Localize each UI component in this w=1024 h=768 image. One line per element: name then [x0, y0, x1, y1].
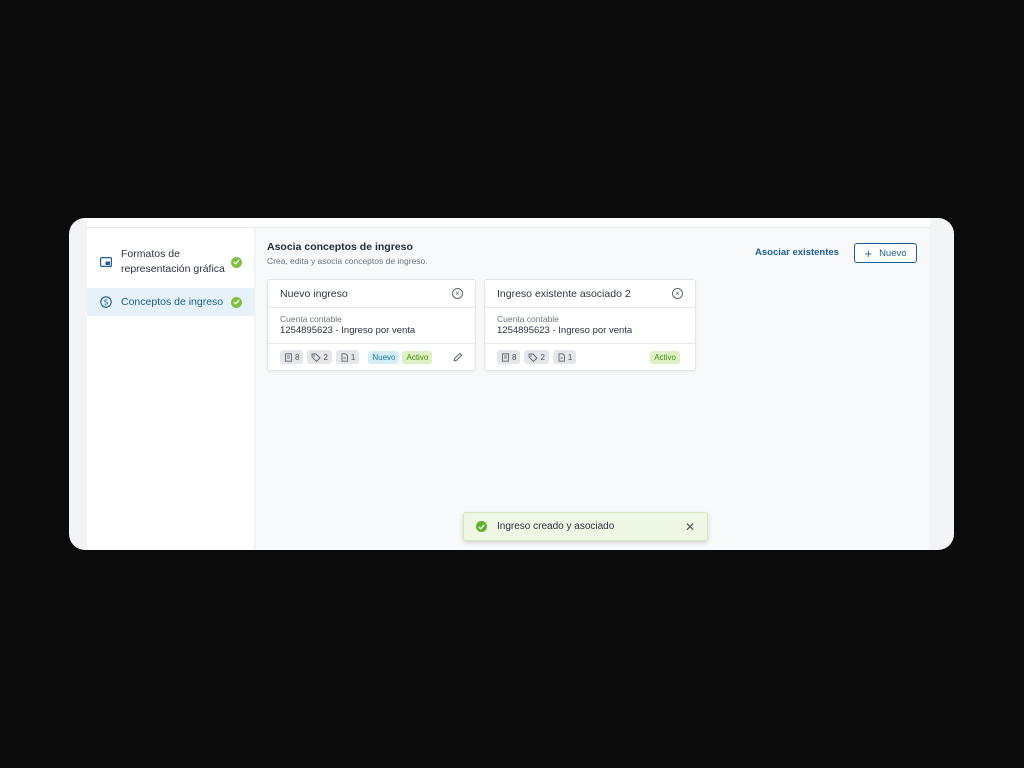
svg-text:$: $ — [104, 298, 109, 307]
page-subtitle: Crea, edita y asocia conceptos de ingres… — [267, 256, 428, 266]
tag-icon — [312, 353, 322, 362]
receipt-icon — [502, 352, 509, 362]
remove-circle-icon[interactable]: × — [672, 288, 683, 299]
tags-count-chip: 2 — [524, 350, 549, 364]
associate-existing-button[interactable]: Asociar existentes — [755, 247, 839, 258]
new-badge: Nuevo — [368, 350, 400, 364]
new-button-label: Nuevo — [879, 247, 907, 259]
account-label: Cuenta contable — [280, 314, 342, 324]
income-card: Ingreso existente asociado 2 × Cuenta co… — [484, 279, 696, 371]
income-card: Nuevo ingreso × Cuenta contable 12548956… — [267, 279, 476, 371]
account-value: 1254895623 - Ingreso por venta — [497, 325, 633, 336]
receipts-count-chip: 8 — [497, 350, 521, 364]
card-title: Ingreso existente asociado 2 — [497, 287, 631, 300]
check-circle-icon — [231, 256, 242, 268]
receipts-count-chip: 8 — [280, 350, 304, 364]
status-badge: Activo — [402, 350, 433, 364]
page-title: Asocia conceptos de ingreso — [267, 241, 413, 253]
success-toast: Ingreso creado y asociado ✕ — [463, 512, 708, 541]
documents-count-chip: 1 — [552, 350, 577, 364]
account-value: 1254895623 - Ingreso por venta — [280, 325, 416, 336]
check-circle-icon — [231, 296, 242, 308]
sidebar-item-conceptos[interactable]: $ Conceptos de ingreso — [87, 288, 254, 316]
app-window: Formatos de representación gráfica $ Con… — [69, 218, 954, 550]
picture-in-picture-icon — [99, 255, 113, 269]
main-content: Asocia conceptos de ingreso Crea, edita … — [256, 228, 930, 550]
toast-message: Ingreso creado y asociado — [497, 521, 615, 532]
sidebar-item-label: Formatos de representación gráfica — [121, 248, 225, 275]
dollar-circle-icon: $ — [99, 295, 113, 309]
receipt-icon — [285, 352, 292, 362]
documents-count-chip: 1 — [335, 350, 360, 364]
sidebar-item-label: Conceptos de ingreso — [121, 295, 224, 308]
sidebar: Formatos de representación gráfica $ Con… — [87, 228, 255, 550]
document-icon — [558, 352, 565, 362]
tags-count-chip: 2 — [307, 350, 332, 364]
sidebar-item-formatos[interactable]: Formatos de representación gráfica — [87, 236, 254, 288]
account-label: Cuenta contable — [497, 314, 559, 324]
tag-icon — [529, 353, 539, 362]
card-title: Nuevo ingreso — [280, 287, 348, 300]
new-button[interactable]: + Nuevo — [854, 243, 917, 263]
remove-circle-icon[interactable]: × — [452, 288, 463, 299]
edit-pencil-icon[interactable] — [453, 352, 463, 362]
close-icon[interactable]: ✕ — [685, 521, 695, 533]
status-badge: Activo — [650, 350, 680, 364]
check-circle-icon — [476, 521, 487, 532]
top-bar — [87, 218, 930, 228]
plus-icon: + — [864, 245, 873, 261]
document-icon — [341, 352, 348, 362]
